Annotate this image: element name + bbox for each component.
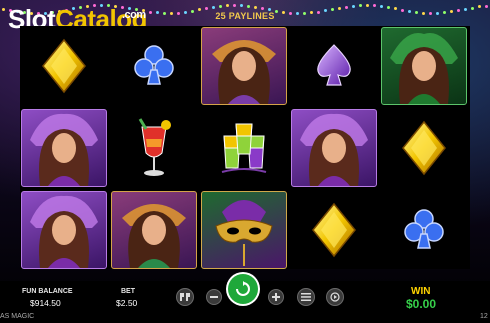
symbol-carnival-lady (200, 26, 288, 106)
light-bulb (338, 6, 341, 10)
symbol-purple-lady (290, 108, 378, 188)
diamond-icon (42, 38, 86, 94)
paylines-label: 25 PAYLINES (215, 11, 275, 21)
game-name-fragment: AS MAGIC (0, 313, 35, 320)
light-bulb (261, 7, 264, 11)
lady-portrait-icon (300, 113, 368, 186)
autoplay-icon (330, 292, 340, 302)
win-label: WIN (411, 286, 431, 297)
light-bulb (233, 4, 236, 7)
lady-portrait-icon (122, 204, 186, 268)
light-bulb (380, 4, 383, 8)
increase-bet-button[interactable] (268, 289, 284, 305)
light-bulb (387, 6, 390, 10)
symbol-green-lady (380, 26, 468, 106)
diamond-icon (312, 202, 356, 258)
decrease-bet-button[interactable] (206, 289, 222, 305)
light-bulb (226, 4, 229, 8)
symbol-diamond (380, 108, 468, 188)
light-bulb (240, 4, 243, 8)
light-bulb (212, 5, 215, 9)
light-bulb (359, 4, 362, 8)
symbol-club (110, 26, 198, 106)
shot-glasses-icon (221, 123, 267, 173)
autoplay-button[interactable] (326, 288, 344, 306)
symbol-purple-lady (20, 190, 108, 270)
paytable-icon (180, 293, 190, 301)
light-bulb (366, 4, 369, 7)
plus-icon (272, 293, 280, 301)
cocktail-icon (138, 118, 171, 176)
light-bulb (478, 5, 481, 9)
light-bulb (247, 4, 250, 8)
symbol-spade (290, 26, 378, 106)
mask-icon (215, 200, 273, 266)
fun-balance-label: FUN BALANCE (22, 288, 73, 295)
light-bulb (345, 5, 348, 9)
light-bulb (485, 4, 488, 8)
spin-button[interactable] (226, 272, 260, 306)
symbol-purple-lady (20, 108, 108, 188)
paytable-button[interactable] (176, 288, 194, 306)
spin-arrow-icon (236, 281, 250, 296)
lady-portrait-icon (30, 113, 98, 186)
bet-label: BET (121, 288, 135, 295)
symbol-mardi-gras-mask (200, 190, 288, 270)
symbol-diamond (290, 190, 378, 270)
light-bulb (394, 7, 397, 11)
light-bulb (205, 7, 208, 11)
bet-value: $2.50 (116, 298, 138, 308)
light-bulb (471, 6, 474, 10)
minus-icon (210, 296, 218, 298)
light-bulb (352, 4, 355, 8)
symbol-shot-glasses (200, 108, 288, 188)
symbol-diamond (20, 26, 108, 106)
reels-area (20, 26, 470, 269)
symbol-cocktail (110, 108, 198, 188)
light-bulb (373, 4, 376, 8)
lady-portrait-icon (390, 33, 458, 104)
spade-icon (317, 44, 351, 86)
club-icon (404, 209, 444, 249)
lady-portrait-icon (30, 195, 98, 268)
symbol-carnival-lady (110, 190, 198, 270)
symbol-club (380, 190, 468, 270)
club-icon (134, 45, 174, 85)
win-value: $0.00 (406, 297, 437, 311)
corner-fragment: 12 (480, 313, 488, 320)
list-icon (301, 293, 311, 301)
fun-balance-value: $914.50 (30, 298, 61, 308)
light-bulb (219, 4, 222, 8)
lady-portrait-icon (212, 40, 276, 104)
light-bulb (254, 5, 257, 9)
diamond-icon (402, 120, 446, 176)
menu-button[interactable] (297, 288, 315, 306)
